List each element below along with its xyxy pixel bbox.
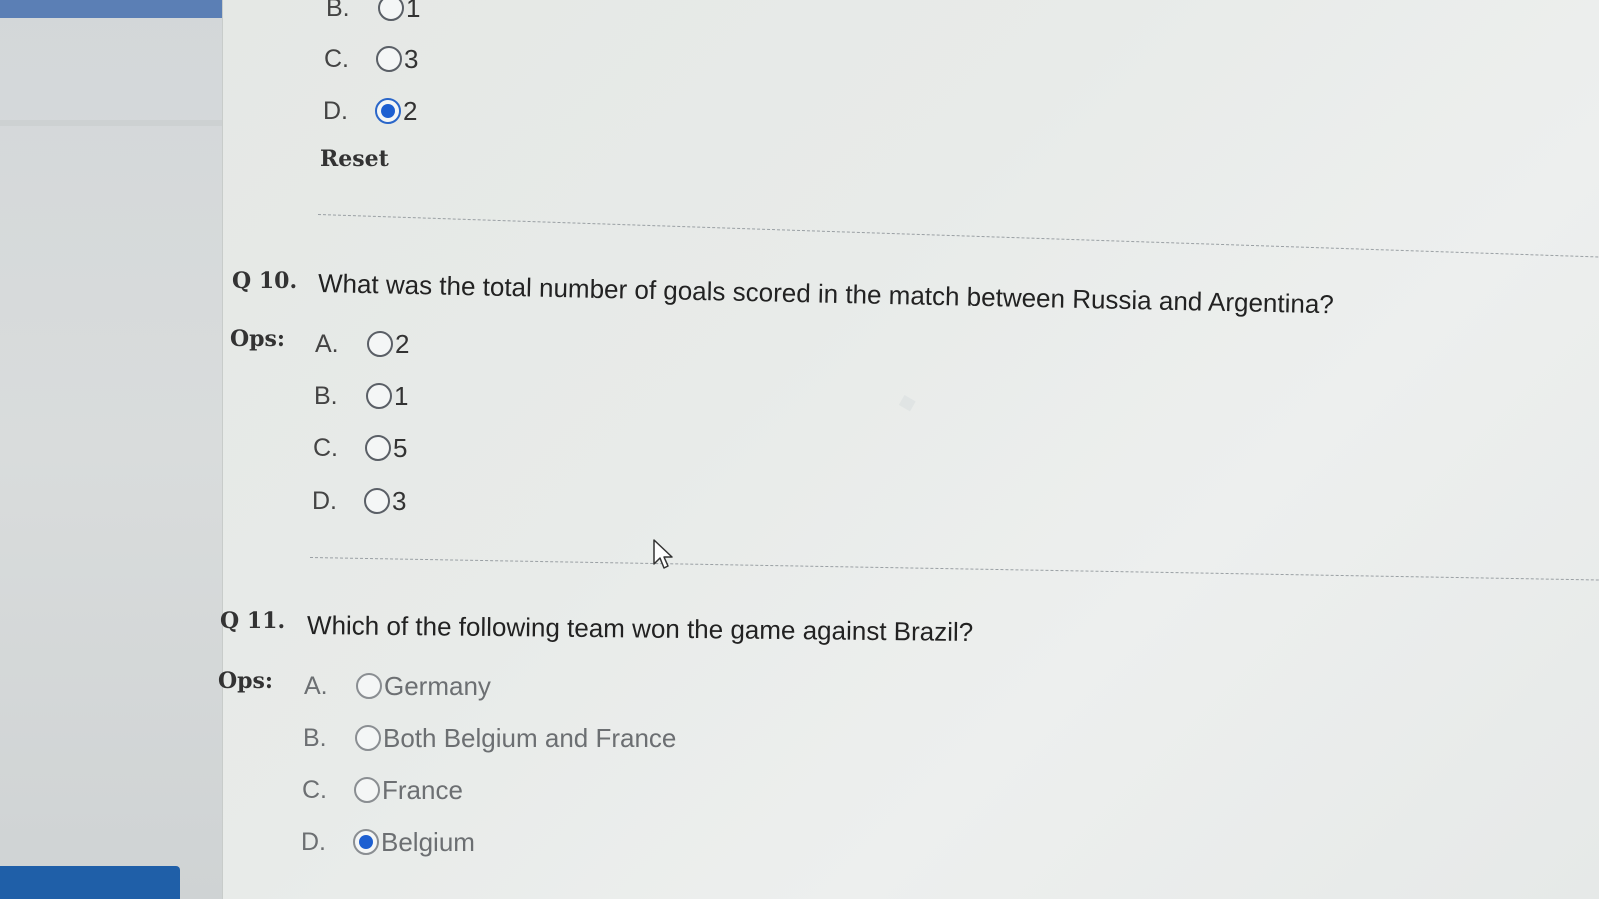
option-text: Germany bbox=[384, 670, 491, 701]
question-number: Q 11. bbox=[220, 608, 286, 634]
question-11: Q 11. Which of the following team won th… bbox=[0, 0, 1599, 899]
q11-option-b[interactable]: B. Both Belgium and France bbox=[303, 720, 676, 756]
mouse-pointer-icon bbox=[653, 539, 673, 569]
option-text: Belgium bbox=[381, 826, 475, 857]
option-letter: A. bbox=[304, 671, 328, 700]
radio-button[interactable] bbox=[356, 673, 382, 699]
radio-button[interactable] bbox=[354, 777, 380, 803]
radio-button-selected[interactable] bbox=[353, 829, 379, 855]
option-text: Both Belgium and France bbox=[383, 722, 677, 753]
exam-screen: · B. 1 C. 3 D. 2 Reset Q 10. What was th… bbox=[0, 0, 1599, 899]
option-text: France bbox=[382, 774, 463, 805]
option-letter: B. bbox=[303, 723, 327, 752]
ops-label: Ops: bbox=[218, 668, 274, 694]
option-letter: C. bbox=[302, 775, 327, 804]
q11-option-c[interactable]: C. France bbox=[302, 772, 463, 808]
q11-option-d[interactable]: D. Belgium bbox=[301, 824, 475, 860]
question-text: Which of the following team won the game… bbox=[306, 610, 974, 647]
q11-option-a[interactable]: A. Germany bbox=[304, 668, 491, 704]
option-letter: D. bbox=[301, 827, 326, 856]
radio-button[interactable] bbox=[355, 725, 381, 751]
